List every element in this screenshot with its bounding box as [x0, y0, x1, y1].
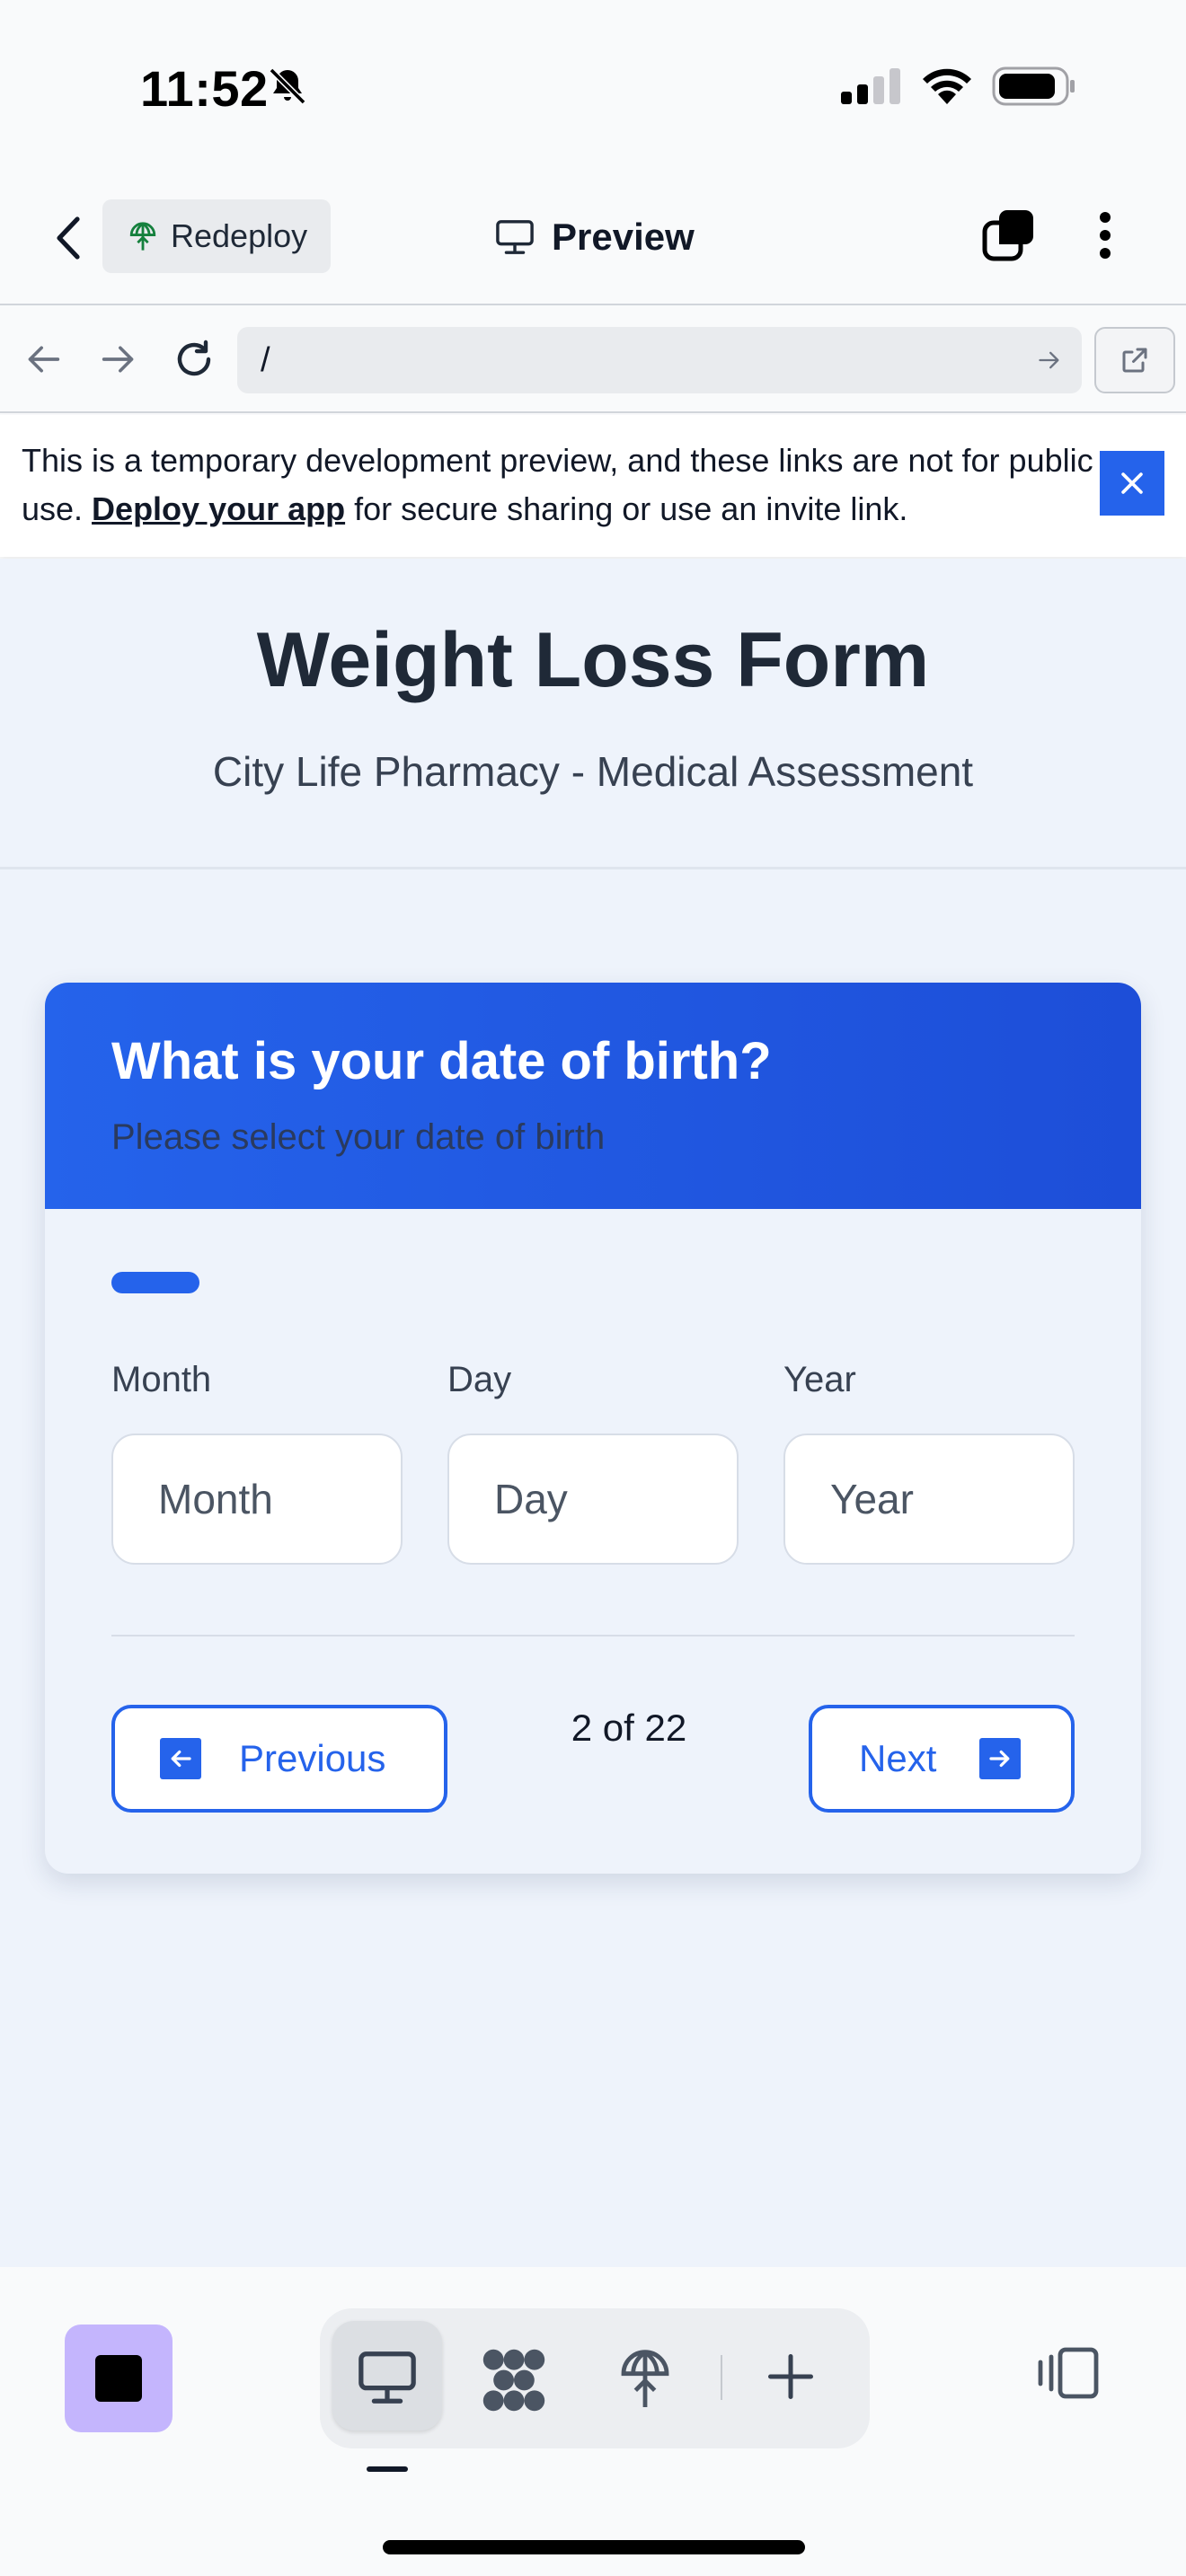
year-label: Year	[783, 1360, 856, 1399]
arrow-left-icon	[160, 1738, 201, 1779]
desktop-icon[interactable]	[356, 2348, 419, 2407]
cellular-signal-icon	[839, 68, 902, 104]
previous-button[interactable]: Previous	[111, 1705, 447, 1813]
banner-text: This is a temporary development preview,…	[22, 437, 1100, 534]
deploy-icon[interactable]	[616, 2344, 674, 2413]
progress-indicator	[111, 1272, 199, 1293]
dev-preview-banner: This is a temporary development preview,…	[0, 415, 1186, 557]
question-title: What is your date of birth?	[111, 1032, 772, 1090]
external-link-icon	[1119, 344, 1151, 376]
next-button[interactable]: Next	[809, 1705, 1075, 1813]
bell-slash-icon	[266, 65, 309, 108]
tool-group	[320, 2308, 870, 2448]
go-arrow-icon[interactable]	[1037, 348, 1062, 372]
status-time: 11:52	[140, 60, 269, 117]
status-bar: 11:52	[0, 0, 1186, 171]
redeploy-icon	[128, 219, 158, 253]
deploy-app-link[interactable]: Deploy your app	[92, 490, 345, 527]
tool-separator	[721, 2355, 722, 2400]
year-select[interactable]: Year	[783, 1434, 1075, 1565]
form-subtitle: City Life Pharmacy - Medical Assessment	[212, 748, 974, 795]
month-label: Month	[111, 1360, 212, 1399]
form-header: Weight Loss Form City Life Pharmacy - Me…	[0, 559, 1186, 869]
form-title: Weight Loss Form	[256, 617, 930, 703]
divider	[111, 1635, 1075, 1636]
open-external-button[interactable]	[1094, 327, 1175, 393]
stop-button[interactable]	[65, 2325, 173, 2432]
preview-label: Preview	[552, 216, 695, 258]
banner-text-tail: for secure sharing or use an invite link…	[345, 490, 908, 527]
monitor-icon	[494, 218, 535, 256]
arrow-right-icon[interactable]	[99, 341, 138, 377]
bottom-toolbar	[0, 2267, 1186, 2576]
question-header: What is your date of birth? Please selec…	[45, 983, 1141, 1209]
day-select[interactable]: Day	[447, 1434, 739, 1565]
browser-url-bar: /	[0, 307, 1186, 413]
back-chevron-icon[interactable]	[50, 214, 86, 262]
previous-label: Previous	[239, 1737, 386, 1779]
more-vertical-icon[interactable]	[1087, 208, 1123, 262]
day-label: Day	[447, 1360, 512, 1399]
url-input[interactable]: /	[237, 327, 1082, 393]
reload-icon[interactable]	[173, 338, 216, 381]
close-icon	[1117, 468, 1147, 498]
banner-close-button[interactable]	[1100, 451, 1164, 516]
redeploy-label: Redeploy	[171, 217, 308, 254]
app-toolbar: Redeploy Preview	[0, 171, 1186, 305]
step-counter: 2 of 22	[571, 1707, 687, 1749]
plus-icon[interactable]	[764, 2350, 818, 2404]
apps-icon[interactable]	[480, 2346, 548, 2414]
arrow-left-icon[interactable]	[23, 341, 63, 377]
month-select[interactable]: Month	[111, 1434, 403, 1565]
url-value: /	[261, 340, 270, 379]
arrow-right-icon	[979, 1738, 1022, 1779]
tabs-icon[interactable]	[981, 208, 1037, 264]
home-indicator	[383, 2540, 805, 2554]
page-content: Weight Loss Form City Life Pharmacy - Me…	[0, 559, 1186, 2267]
battery-icon	[992, 66, 1076, 106]
side-panel-icon[interactable]	[1035, 2346, 1102, 2400]
next-label: Next	[859, 1737, 937, 1779]
question-card: What is your date of birth? Please selec…	[45, 983, 1141, 1874]
wifi-icon	[920, 65, 974, 104]
stop-icon	[95, 2355, 142, 2402]
question-hint: Please select your date of birth	[111, 1117, 606, 1157]
active-tab-indicator	[367, 2466, 408, 2472]
preview-title: Preview	[494, 208, 695, 266]
redeploy-button[interactable]: Redeploy	[102, 199, 331, 273]
